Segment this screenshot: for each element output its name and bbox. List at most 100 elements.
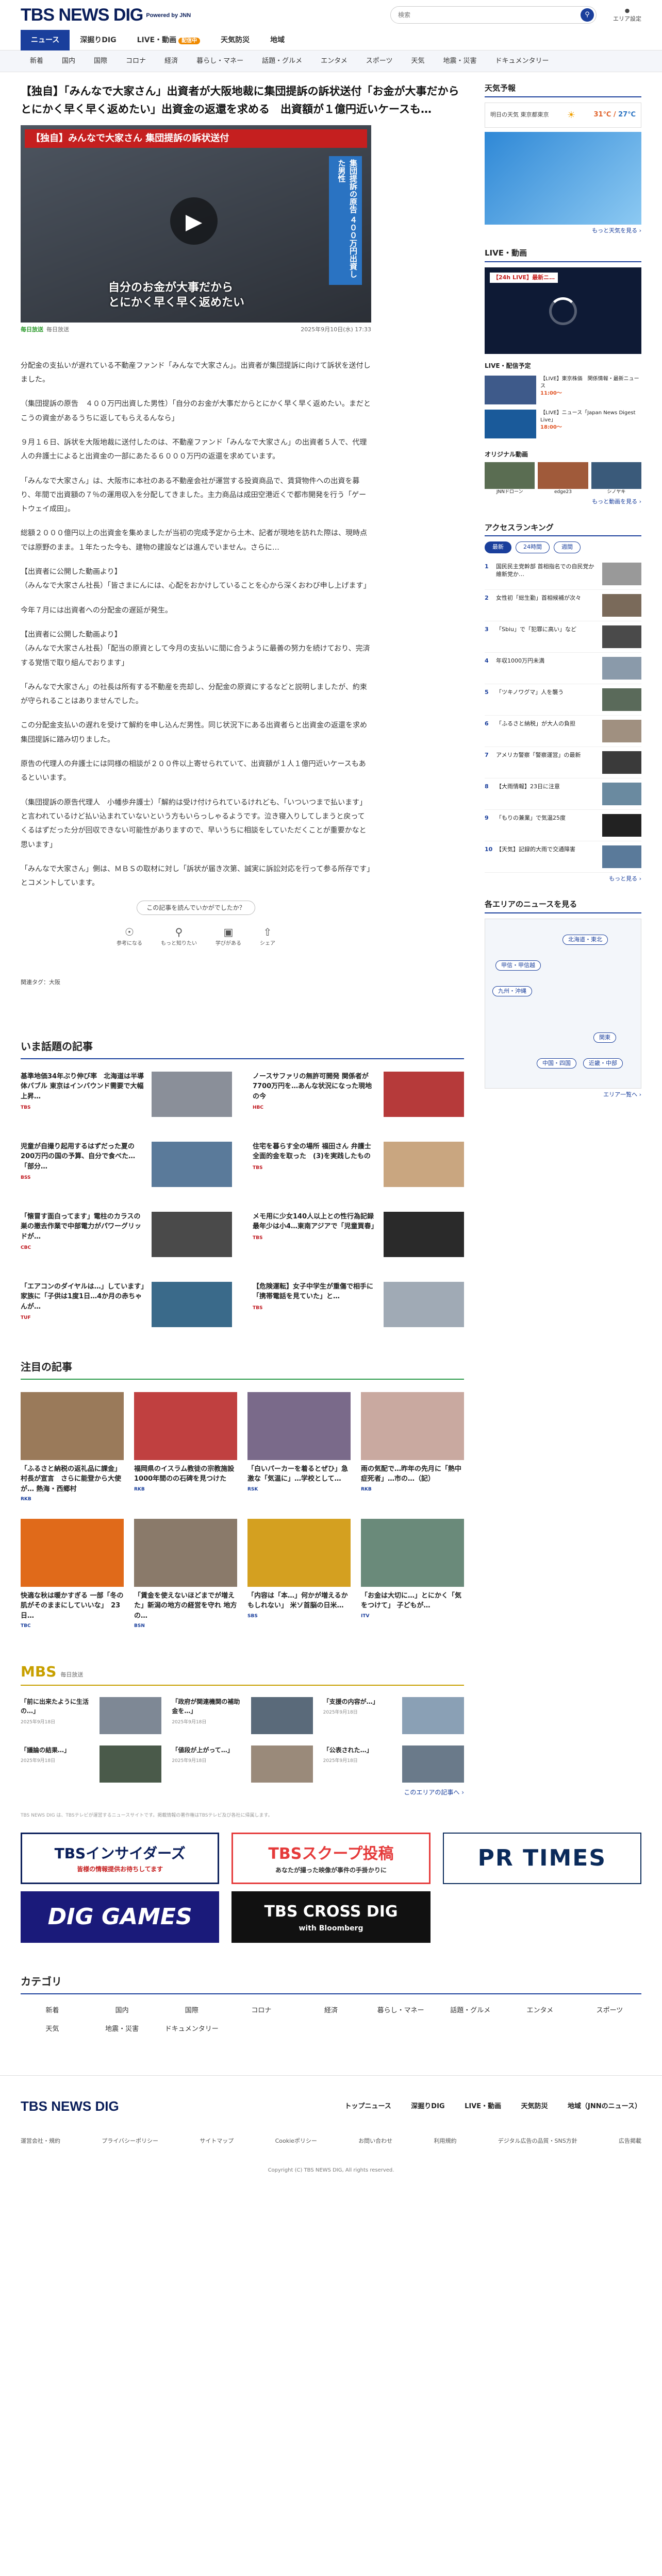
- weather-more-link[interactable]: もっと天気を見る ›: [485, 227, 641, 235]
- list-item[interactable]: 児童が自撮り起用するはずだった夏の200万円の国の予算、自分で食べた…「部分… B…: [21, 1141, 232, 1198]
- category-link[interactable]: 国内: [90, 2006, 154, 2016]
- area-kinki[interactable]: 近畿・中部: [583, 1058, 623, 1069]
- banner-cross-dig[interactable]: TBS CROSS DIG with Bloomberg: [231, 1891, 431, 1943]
- banner-dig-games[interactable]: DIG GAMES: [21, 1891, 220, 1943]
- ranking-more-link[interactable]: もっと見る ›: [485, 875, 641, 884]
- mbs-more-link[interactable]: このエリアの記事へ ›: [21, 1788, 464, 1797]
- footer-sublink[interactable]: デジタル広告の品質・SNS方針: [498, 2137, 577, 2146]
- list-item[interactable]: 住宅を暮らす全の場所 福田さん 弁護士全面的金を取った (3)を実践したもの TB…: [253, 1141, 464, 1198]
- category-link[interactable]: エンタメ: [508, 2006, 572, 2016]
- category-link[interactable]: 経済: [299, 2006, 362, 2016]
- search-box[interactable]: ⚲: [390, 6, 597, 24]
- card-item[interactable]: 福岡県のイスラム教徒の宗教施設 1000年間のの石碑を見つけた RKB: [134, 1392, 237, 1503]
- category-link[interactable]: 話題・グルメ: [439, 2006, 502, 2016]
- ranking-item[interactable]: 7 アメリカ警察「警察運営」の最新: [485, 747, 641, 778]
- search-icon[interactable]: ⚲: [581, 8, 594, 22]
- live-player[interactable]: 【24h LIVE】最新ニ…: [485, 267, 641, 354]
- live-item[interactable]: 【LIVE】東京株価 関係情報・最新ニュース 11:00〜: [485, 375, 641, 404]
- card-item[interactable]: 「内容は「本…」何かが増えるかもしれない」 米ソ首脳の日米… SBS: [247, 1518, 351, 1630]
- list-item[interactable]: 「政府が関連機関の補助金を…」 2025年9月18日: [172, 1697, 313, 1734]
- footer-sublink[interactable]: サイトマップ: [200, 2137, 234, 2146]
- ranking-item[interactable]: 5 「ツキノワグマ」人を襲う: [485, 684, 641, 716]
- reaction-learn[interactable]: ▣ 学びがある: [216, 924, 241, 947]
- category-link[interactable]: 地震・災害: [90, 2024, 154, 2035]
- footer-sublink[interactable]: プライバシーポリシー: [102, 2137, 158, 2146]
- subnav-item[interactable]: コロナ: [117, 56, 155, 66]
- list-item[interactable]: 「エアコンのダイヤルは…」しています」家族に「子供は1度1日…4か月の赤ちゃんが…: [21, 1281, 232, 1338]
- nav-news[interactable]: ニュース: [21, 29, 70, 50]
- list-item[interactable]: メモ用に少女140人以上との性行為記録 最年少は小4…東南アジアで「児童買春」 T…: [253, 1211, 464, 1268]
- category-link[interactable]: 暮らし・マネー: [369, 2006, 433, 2016]
- tab-weekly[interactable]: 週間: [554, 541, 581, 553]
- weather-map[interactable]: [485, 131, 641, 225]
- ranking-item[interactable]: 1 国民民主党幹部 首相指名での自民党か維新党か…: [485, 558, 641, 590]
- related-tag[interactable]: 関連タグ：大阪: [21, 978, 464, 987]
- list-item[interactable]: 「公表された…」 2025年9月18日: [323, 1745, 464, 1783]
- footer-logo[interactable]: TBS NEWS DIG: [21, 2096, 119, 2116]
- card-item[interactable]: 「白いパーカーを着るとぜひ」急激な「気温に」…学校として… RSK: [247, 1392, 351, 1503]
- video-player[interactable]: 【独自】みんなで大家さん 集団提訴の訴状送付 集団提訴の原告 ４００万円出資した…: [21, 125, 371, 323]
- banner-prtimes[interactable]: PR TIMES: [442, 1833, 641, 1885]
- subnav-item[interactable]: 国際: [85, 56, 117, 66]
- nav-live[interactable]: LIVE・動画 配信中: [127, 30, 211, 50]
- footer-sublink[interactable]: Cookieポリシー: [275, 2137, 317, 2146]
- nav-region[interactable]: 地域: [260, 30, 295, 50]
- category-link[interactable]: 国際: [160, 2006, 223, 2016]
- list-item[interactable]: 基準地価34年ぶり伸び率 北海道は半導体バブル 東京はインバウンド需要で大幅上昇…: [21, 1071, 232, 1128]
- area-more-link[interactable]: エリア一覧へ ›: [485, 1091, 641, 1099]
- footer-sublink[interactable]: 運営会社・規約: [21, 2137, 60, 2146]
- search-input[interactable]: [398, 11, 581, 19]
- list-item[interactable]: 「支援の内容が…」 2025年9月18日: [323, 1697, 464, 1734]
- footer-link[interactable]: 深掘りDIG: [411, 2103, 444, 2110]
- footer-link[interactable]: 地域（JNNのニュース）: [568, 2103, 641, 2110]
- reaction-helpful[interactable]: ☉ 参考になる: [117, 924, 142, 947]
- ranking-item[interactable]: 6 「ふるさと納税」が大人の負担: [485, 716, 641, 747]
- footer-link[interactable]: LIVE・動画: [465, 2103, 501, 2110]
- reaction-more[interactable]: ⚲ もっと知りたい: [161, 924, 197, 947]
- category-link[interactable]: 天気: [21, 2024, 84, 2035]
- ranking-item[interactable]: 10 【天気】記録的大雨で交通障害: [485, 841, 641, 873]
- play-icon[interactable]: ▶: [170, 197, 218, 245]
- category-link[interactable]: スポーツ: [578, 2006, 641, 2016]
- footer-link[interactable]: トップニュース: [344, 2103, 391, 2110]
- footer-sublink[interactable]: 利用規約: [434, 2137, 456, 2146]
- area-kyushu[interactable]: 九州・沖縄: [492, 986, 532, 996]
- list-item[interactable]: 「前に出来たように生活の…」 2025年9月18日: [21, 1697, 162, 1734]
- area-koshin[interactable]: 甲信・甲信越: [495, 960, 541, 971]
- card-item[interactable]: 「ふるさと納税の返礼品に課金」村長が宣言 さらに能登から大使が… 熱海・西郷村 R…: [21, 1392, 124, 1503]
- orig-item[interactable]: edge23: [538, 462, 588, 496]
- nav-dig[interactable]: 深掘りDIG: [70, 30, 126, 50]
- list-item[interactable]: 「値段が上がって…」 2025年9月18日: [172, 1745, 313, 1783]
- ranking-item[interactable]: 9 「もりの兼業」で気温25度: [485, 810, 641, 841]
- card-item[interactable]: 雨の気配で…昨年の先月に「熱中症死者」…市の…（記） RKB: [361, 1392, 464, 1503]
- footer-sublink[interactable]: お問い合わせ: [358, 2137, 392, 2146]
- orig-item[interactable]: シノヤキ: [591, 462, 641, 496]
- tab-latest[interactable]: 最新: [485, 541, 511, 553]
- subnav-item[interactable]: ドキュメンタリー: [486, 56, 558, 66]
- subnav-item[interactable]: 暮らし・マネー: [187, 56, 253, 66]
- card-item[interactable]: 「賃金を使えないほどまでが増えた」新潟の地方の経営を守れ 地方の… BSN: [134, 1518, 237, 1630]
- subnav-item[interactable]: 天気: [402, 56, 434, 66]
- nav-weather[interactable]: 天気防災: [210, 30, 260, 50]
- live-item[interactable]: 【LIVE】ニュース「Japan News Digest Live」 18:00〜: [485, 409, 641, 438]
- list-item[interactable]: 【危険運転】女子中学生が重傷で相手に「携帯電話を見ていた」と… TBS: [253, 1281, 464, 1338]
- footer-link[interactable]: 天気防災: [521, 2103, 548, 2110]
- area-hokkaido[interactable]: 北海道・東北: [562, 934, 608, 945]
- category-link[interactable]: コロナ: [229, 2006, 293, 2016]
- list-item[interactable]: 「懐冒す面白ってます」電柱のカラスの巣の撤去作業で中部電力がパワーグリッドが… C…: [21, 1211, 232, 1268]
- subnav-item[interactable]: 地震・災害: [434, 56, 486, 66]
- subnav-item[interactable]: 話題・グルメ: [253, 56, 311, 66]
- reaction-share[interactable]: ⇧ シェア: [260, 924, 275, 947]
- card-item[interactable]: 快適な秋は暖かすぎる 一部「冬の肌がそのままにしていいな」 23日… TBC: [21, 1518, 124, 1630]
- mbs-logo[interactable]: MBS 毎日放送: [21, 1661, 83, 1683]
- subnav-item[interactable]: 新着: [21, 56, 53, 66]
- subnav-item[interactable]: エンタメ: [311, 56, 357, 66]
- category-link[interactable]: ドキュメンタリー: [160, 2024, 223, 2035]
- subnav-item[interactable]: 経済: [155, 56, 187, 66]
- site-logo[interactable]: TBS NEWS DIG Powered by JNN: [21, 2, 191, 28]
- banner-insiders[interactable]: TBSインサイダーズ 皆様の情報提供お待ちしてます: [21, 1833, 220, 1885]
- ranking-item[interactable]: 4 年収1000万円未満: [485, 653, 641, 684]
- ranking-item[interactable]: 2 女性初「総生勤」首相候補が次々: [485, 590, 641, 621]
- orig-item[interactable]: JNNドローン: [485, 462, 535, 496]
- subnav-item[interactable]: スポーツ: [357, 56, 402, 66]
